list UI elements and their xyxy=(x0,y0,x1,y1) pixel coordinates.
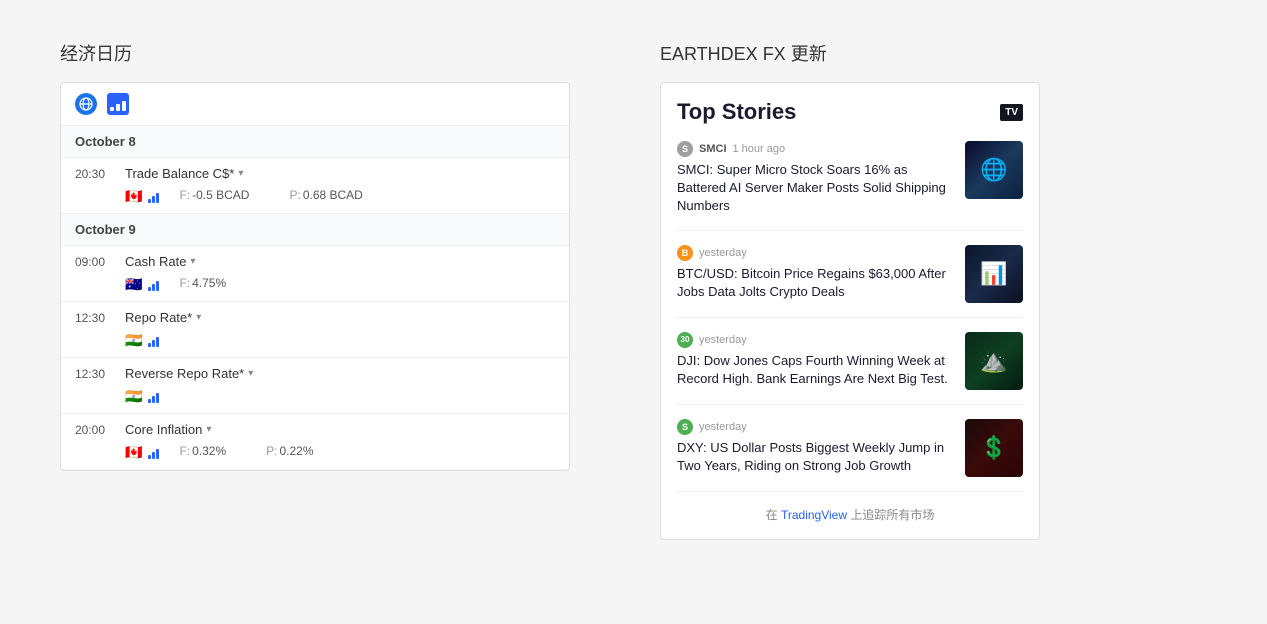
event-row-repo-rate: 12:30 Repo Rate* ▾ 🇮🇳 xyxy=(61,302,569,358)
mini-bar xyxy=(148,279,159,291)
news-time-dxy: yesterday xyxy=(699,421,747,433)
tradingview-footer: 在 TradingView 上追踪所有市场 xyxy=(677,506,1023,523)
calendar-header xyxy=(61,83,569,126)
news-text-smci: S SMCI 1 hour ago SMCI: Super Micro Stoc… xyxy=(677,141,953,216)
flag-in-repo: 🇮🇳 xyxy=(125,332,142,349)
news-text-dxy: S yesterday DXY: US Dollar Posts Biggest… xyxy=(677,419,953,475)
previous-value: P:0.68 BCAD xyxy=(289,188,362,202)
news-headline-smci: SMCI: Super Micro Stock Soars 16% as Bat… xyxy=(677,161,953,216)
chevron-icon: ▾ xyxy=(248,368,253,379)
news-text-dji: 30 yesterday DJI: Dow Jones Caps Fourth … xyxy=(677,332,953,388)
news-text-btc: B yesterday BTC/USD: Bitcoin Price Regai… xyxy=(677,245,953,301)
left-section-title: 经济日历 xyxy=(60,40,580,66)
date-header-oct9: October 9 xyxy=(61,214,569,246)
event-row-trade-balance: 20:30 Trade Balance C$* ▾ 🇨🇦 xyxy=(61,158,569,214)
news-time-smci: 1 hour ago xyxy=(733,143,786,155)
mini-bar xyxy=(148,447,159,459)
right-section: EARTHDEX FX 更新 Top Stories TV S SMCI 1 h… xyxy=(660,40,1080,540)
thumb-inner-btc: 📊 xyxy=(965,245,1023,303)
thumb-inner-dxy: 💲 xyxy=(965,419,1023,477)
event-time-repo: 12:30 xyxy=(75,311,113,325)
chevron-icon: ▾ xyxy=(190,256,195,267)
flag-ca-inflation: 🇨🇦 xyxy=(125,444,142,461)
event-row-cash-rate: 09:00 Cash Rate ▾ 🇦🇺 xyxy=(61,246,569,302)
event-name-repo-rate[interactable]: Repo Rate* ▾ xyxy=(125,310,201,325)
tradingview-link[interactable]: TradingView xyxy=(781,508,847,522)
source-icon-dxy: S xyxy=(677,419,693,435)
event-time-cash: 09:00 xyxy=(75,255,113,269)
date-header-oct8: October 8 xyxy=(61,126,569,158)
news-meta-btc: B yesterday xyxy=(677,245,953,261)
news-time-btc: yesterday xyxy=(699,247,747,259)
news-header: Top Stories TV xyxy=(677,99,1023,125)
news-thumb-dji: ⛰️ xyxy=(965,332,1023,390)
globe-icon[interactable] xyxy=(75,93,97,115)
event-row-reverse-repo: 12:30 Reverse Repo Rate* ▾ 🇮🇳 xyxy=(61,358,569,414)
source-icon-smci: S xyxy=(677,141,693,157)
mini-bar xyxy=(148,191,159,203)
thumb-inner-dji: ⛰️ xyxy=(965,332,1023,390)
news-headline-dxy: DXY: US Dollar Posts Biggest Weekly Jump… xyxy=(677,439,953,475)
previous-value-inflation: P:0.22% xyxy=(266,444,313,458)
flag-ca: 🇨🇦 xyxy=(125,188,142,205)
event-name-core-inflation[interactable]: Core Inflation ▾ xyxy=(125,422,211,437)
tv-logo: TV xyxy=(1000,104,1023,121)
news-item-smci[interactable]: S SMCI 1 hour ago SMCI: Super Micro Stoc… xyxy=(677,141,1023,231)
right-section-title: EARTHDEX FX 更新 xyxy=(660,40,1080,66)
news-item-btc[interactable]: B yesterday BTC/USD: Bitcoin Price Regai… xyxy=(677,245,1023,318)
mini-bar xyxy=(148,391,159,403)
chevron-icon: ▾ xyxy=(206,424,211,435)
source-icon-btc: B xyxy=(677,245,693,261)
flag-au: 🇦🇺 xyxy=(125,276,142,293)
news-widget: Top Stories TV S SMCI 1 hour ago SMCI: S… xyxy=(660,82,1040,540)
event-detail-cash: 🇦🇺 F:4.75% xyxy=(75,272,555,293)
event-name-cash-rate[interactable]: Cash Rate ▾ xyxy=(125,254,195,269)
news-meta-dji: 30 yesterday xyxy=(677,332,953,348)
event-row-core-inflation: 20:00 Core Inflation ▾ 🇨🇦 xyxy=(61,414,569,470)
flag-in-rrepo: 🇮🇳 xyxy=(125,388,142,405)
chevron-icon: ▾ xyxy=(196,312,201,323)
news-widget-heading: Top Stories xyxy=(677,99,796,125)
event-detail-repo: 🇮🇳 xyxy=(75,328,555,349)
news-item-dxy[interactable]: S yesterday DXY: US Dollar Posts Biggest… xyxy=(677,419,1023,492)
news-headline-btc: BTC/USD: Bitcoin Price Regains $63,000 A… xyxy=(677,265,953,301)
event-detail-rrepo: 🇮🇳 xyxy=(75,384,555,405)
mini-bar xyxy=(148,335,159,347)
left-section: 经济日历 October 8 20:30 xyxy=(60,40,580,471)
event-time-rrepo: 12:30 xyxy=(75,367,113,381)
forecast-value-inflation: F:0.32% xyxy=(179,444,226,458)
news-item-dji[interactable]: 30 yesterday DJI: Dow Jones Caps Fourth … xyxy=(677,332,1023,405)
event-name-trade-balance[interactable]: Trade Balance C$* ▾ xyxy=(125,166,243,181)
event-detail-inflation: 🇨🇦 F:0.32% P:0.22% xyxy=(75,440,555,461)
bar-chart-icon[interactable] xyxy=(107,93,129,115)
event-time-inflation: 20:00 xyxy=(75,423,113,437)
source-icon-dji: 30 xyxy=(677,332,693,348)
news-meta-dxy: S yesterday xyxy=(677,419,953,435)
news-time-dji: yesterday xyxy=(699,334,747,346)
event-detail-trade-balance: 🇨🇦 F:-0.5 BCAD P:0.68 BCAD xyxy=(75,184,555,205)
news-headline-dji: DJI: Dow Jones Caps Fourth Winning Week … xyxy=(677,352,953,388)
news-thumb-smci: 🌐 xyxy=(965,141,1023,199)
calendar-scroll[interactable]: October 8 20:30 Trade Balance C$* ▾ 🇨🇦 xyxy=(61,126,569,470)
news-thumb-btc: 📊 xyxy=(965,245,1023,303)
news-meta-smci: S SMCI 1 hour ago xyxy=(677,141,953,157)
news-thumb-dxy: 💲 xyxy=(965,419,1023,477)
thumb-inner-smci: 🌐 xyxy=(965,141,1023,199)
chevron-icon: ▾ xyxy=(238,168,243,179)
event-time: 20:30 xyxy=(75,167,113,181)
forecast-value: F:-0.5 BCAD xyxy=(179,188,249,202)
calendar-widget: October 8 20:30 Trade Balance C$* ▾ 🇨🇦 xyxy=(60,82,570,471)
source-label-smci: SMCI xyxy=(699,143,727,155)
event-name-reverse-repo[interactable]: Reverse Repo Rate* ▾ xyxy=(125,366,253,381)
forecast-value-cash: F:4.75% xyxy=(179,276,226,290)
